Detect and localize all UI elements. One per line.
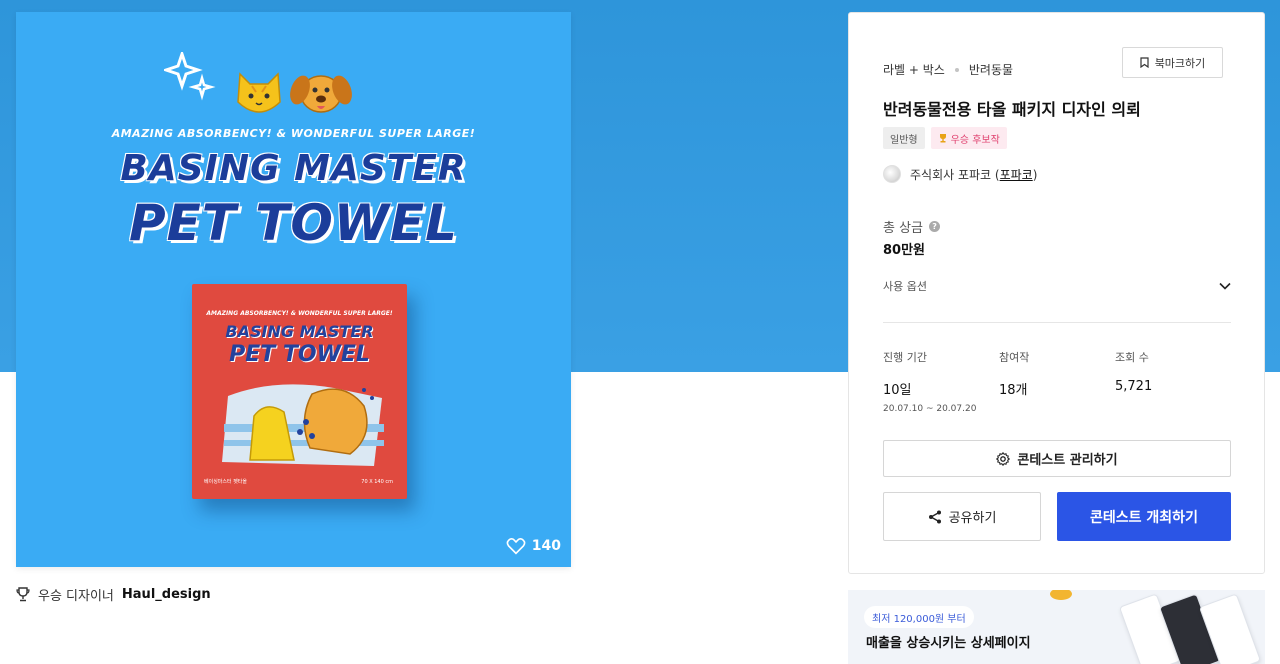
box-title-line2: PET TOWEL bbox=[229, 342, 370, 367]
share-label: 공유하기 bbox=[948, 511, 997, 526]
manage-contest-button[interactable]: 콘테스트 관리하기 bbox=[883, 440, 1231, 477]
coin-decoration bbox=[1050, 590, 1072, 600]
share-button[interactable]: 공유하기 bbox=[883, 492, 1041, 541]
breadcrumb-category[interactable]: 라벨 + 박스 bbox=[883, 61, 945, 78]
product-box: AMAZING ABSORBENCY! & WONDERFUL SUPER LA… bbox=[192, 284, 407, 499]
stat-entries-label: 참여작 bbox=[999, 351, 1030, 364]
breadcrumb-subcategory[interactable]: 반려동물 bbox=[969, 61, 1013, 78]
sparkle-icon bbox=[164, 52, 216, 101]
contest-artwork[interactable]: AMAZING ABSORBENCY! & WONDERFUL SUPER LA… bbox=[16, 12, 571, 567]
box-footer-right: 70 X 140 cm bbox=[361, 479, 393, 485]
winner-label: 우승 디자이너 bbox=[38, 589, 114, 604]
cat-illustration-icon bbox=[237, 72, 281, 113]
company-avatar bbox=[883, 165, 901, 183]
gear-icon bbox=[996, 451, 1011, 466]
stat-period-range: 20.07.10 ~ 20.07.20 bbox=[883, 404, 977, 414]
usage-option-label: 사용 옵션 bbox=[883, 280, 927, 293]
stat-period-label: 진행 기간 bbox=[883, 351, 927, 364]
winner-caption: 우승 디자이너 Haul_design bbox=[16, 585, 211, 604]
company-name: 주식회사 포파코 (포파코) bbox=[910, 166, 1037, 183]
like-button[interactable]: 140 bbox=[506, 537, 561, 555]
tag-candidate-label: 우승 후보작 bbox=[950, 134, 1000, 146]
company-link[interactable]: 포파코 bbox=[1000, 168, 1033, 182]
manage-contest-label: 콘테스트 관리하기 bbox=[1017, 453, 1118, 468]
host-contest-label: 콘테스트 개최하기 bbox=[1090, 509, 1198, 526]
company-name-prefix: 주식회사 포파코 ( bbox=[910, 167, 1000, 182]
dog-illustration-icon bbox=[290, 75, 352, 113]
tag-type: 일반형 bbox=[883, 127, 925, 149]
stat-views-value: 5,721 bbox=[1115, 379, 1153, 394]
help-icon[interactable]: ? bbox=[929, 221, 941, 232]
like-count: 140 bbox=[531, 538, 561, 554]
bookmark-label: 북마크하기 bbox=[1154, 56, 1206, 70]
towel-illustration-icon bbox=[222, 384, 384, 466]
promo-headline: 매출을 상승시키는 상세페이지 bbox=[866, 636, 1031, 651]
contest-tags: 일반형 우승 후보작 bbox=[883, 127, 1007, 149]
stat-period: 진행 기간 10일 20.07.10 ~ 20.07.20 bbox=[883, 349, 976, 414]
prize-value: 80만원 bbox=[883, 243, 926, 258]
heart-icon bbox=[506, 537, 526, 555]
bookmark-icon bbox=[1140, 57, 1149, 68]
promo-banner[interactable]: 최저 120,000원 부터 매출을 상승시키는 상세페이지 bbox=[848, 590, 1265, 664]
tag-candidate: 우승 후보작 bbox=[930, 127, 1007, 149]
stat-period-value: 10일 bbox=[883, 383, 912, 398]
host-contest-button[interactable]: 콘테스트 개최하기 bbox=[1057, 492, 1231, 541]
host-company: 주식회사 포파코 (포파코) bbox=[883, 165, 1037, 183]
share-icon bbox=[928, 510, 941, 523]
trophy-icon bbox=[16, 587, 30, 602]
company-name-suffix: ) bbox=[1032, 167, 1038, 182]
artwork-title-line1: BASING MASTER bbox=[120, 148, 467, 189]
trophy-icon bbox=[939, 134, 946, 143]
promo-price-pill: 최저 120,000원 부터 bbox=[864, 606, 974, 628]
box-title-line1: BASING MASTER bbox=[225, 322, 374, 341]
box-footer-left: 베이싱마스터 펫타올 bbox=[204, 479, 247, 485]
artwork-title-line2: PET TOWEL bbox=[128, 194, 459, 252]
breadcrumb: 라벨 + 박스 반려동물 bbox=[883, 61, 1013, 78]
stat-entries-value: 18개 bbox=[999, 383, 1028, 398]
breadcrumb-separator bbox=[954, 67, 959, 72]
chevron-down-icon bbox=[1219, 282, 1231, 290]
stat-views: 조회 수 5,721 bbox=[1115, 349, 1152, 394]
designer-name[interactable]: Haul_design bbox=[122, 587, 211, 602]
prize-label-text: 총 상금 bbox=[883, 221, 924, 236]
stat-entries: 참여작 18개 bbox=[999, 349, 1029, 398]
contest-info-panel: 라벨 + 박스 반려동물 북마크하기 반려동물전용 타올 패키지 디자인 의뢰 … bbox=[848, 12, 1265, 574]
artwork-tagline: AMAZING ABSORBENCY! & WONDERFUL SUPER LA… bbox=[111, 127, 476, 140]
prize-label: 총 상금 ? bbox=[883, 217, 941, 236]
contest-title: 반려동물전용 타올 패키지 디자인 의뢰 bbox=[883, 100, 1141, 119]
usage-option-toggle[interactable]: 사용 옵션 bbox=[883, 278, 1231, 294]
tag-type-label: 일반형 bbox=[890, 134, 918, 146]
stat-views-label: 조회 수 bbox=[1115, 351, 1149, 364]
divider bbox=[883, 322, 1231, 323]
box-tagline: AMAZING ABSORBENCY! & WONDERFUL SUPER LA… bbox=[206, 310, 393, 317]
bookmark-button[interactable]: 북마크하기 bbox=[1122, 47, 1223, 78]
